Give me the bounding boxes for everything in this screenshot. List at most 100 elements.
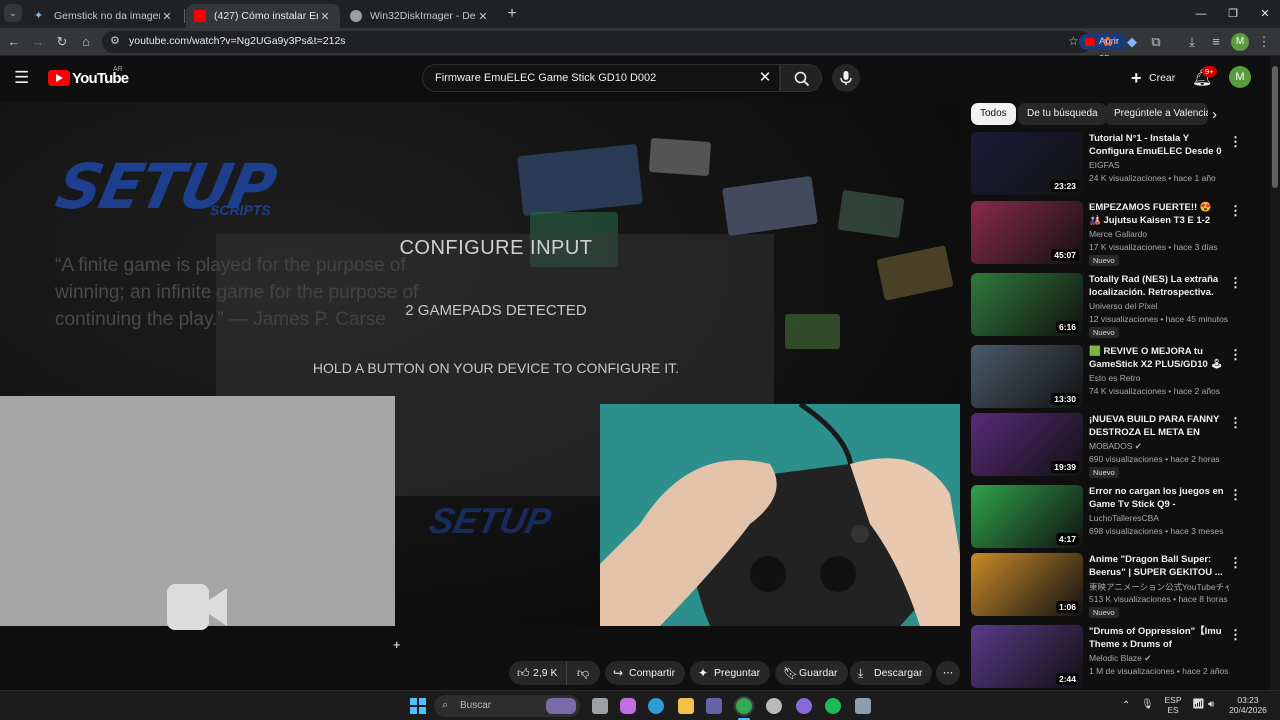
- reading-list-icon[interactable]: ≡: [1206, 32, 1226, 52]
- taskbar-search-box[interactable]: ⌕ Buscar: [434, 695, 580, 717]
- spotify-icon[interactable]: [825, 698, 841, 714]
- volume-icon[interactable]: 🔊︎: [1208, 699, 1214, 710]
- like-button[interactable]: 👍︎ 2,9 K: [509, 661, 566, 685]
- close-window-button[interactable]: ✕: [1250, 4, 1280, 24]
- browser-tab-1[interactable]: ✦ Gemstick no da imagen: archi ✕: [26, 4, 182, 28]
- home-icon[interactable]: ⌂: [76, 32, 96, 52]
- channel-name[interactable]: LuchoTalleresCBA: [1089, 513, 1229, 523]
- save-button[interactable]: 🔖︎ Guardar: [775, 661, 848, 685]
- dislike-button[interactable]: 👎︎: [566, 661, 600, 685]
- channel-name[interactable]: EIGFAS: [1089, 160, 1229, 170]
- browser-tab-2[interactable]: (427) Cómo instalar EmuELEC 4 ✕: [186, 4, 340, 28]
- browser-tab-3[interactable]: Win32DiskImager - Descargar ✕: [342, 4, 498, 28]
- clear-search-icon[interactable]: ✕: [755, 68, 775, 88]
- video-title[interactable]: Tutorial N°1 - Instala Y Configura EmuEL…: [1089, 132, 1225, 158]
- channel-name[interactable]: MOBADOS ✔: [1089, 441, 1229, 452]
- search-input[interactable]: Firmware EmuELEC Game Stick GD10 D002 ✕: [422, 64, 780, 92]
- chips-next-chevron-icon[interactable]: ›: [1212, 106, 1217, 123]
- channel-name[interactable]: Universo del Píxel: [1089, 301, 1229, 311]
- share-button[interactable]: ↪ Compartir: [605, 661, 686, 685]
- menu-kebab-icon[interactable]: ⋮: [1254, 32, 1274, 52]
- more-options-icon[interactable]: ⋮: [1229, 415, 1242, 431]
- channel-name[interactable]: Merce Gallardo: [1089, 229, 1229, 239]
- extension-icon[interactable]: ✿: [1098, 32, 1118, 52]
- video-title[interactable]: EMPEZAMOS FUERTE!! 😍 🎎 Jujutsu Kaisen T3…: [1089, 201, 1225, 227]
- forward-arrow-icon[interactable]: →: [28, 32, 48, 52]
- close-tab-icon[interactable]: ✕: [160, 10, 174, 23]
- chip-all[interactable]: Todos: [971, 103, 1016, 125]
- site-info-icon[interactable]: ⚙: [110, 34, 120, 47]
- video-thumbnail[interactable]: 6:16: [971, 273, 1083, 336]
- channel-name[interactable]: Melodic Blaze ✔: [1089, 653, 1229, 664]
- video-title[interactable]: 🟩 REVIVE O MEJORA tu GameStick X2 PLUS/G…: [1089, 345, 1225, 371]
- page-scrollbar[interactable]: [1270, 56, 1280, 690]
- close-tab-icon[interactable]: ✕: [318, 10, 332, 23]
- video-thumbnail[interactable]: 4:17: [971, 485, 1083, 548]
- close-tab-icon[interactable]: ✕: [476, 10, 490, 23]
- more-options-icon[interactable]: ⋮: [1229, 203, 1242, 219]
- related-video-item[interactable]: 45:07 EMPEZAMOS FUERTE!! 😍 🎎 Jujutsu Kais…: [971, 201, 1261, 266]
- video-title[interactable]: "Drums of Oppression"【Imu Theme x Drums …: [1089, 625, 1225, 651]
- maximize-button[interactable]: ❐: [1218, 4, 1248, 24]
- microphone-tray-icon[interactable]: 🎙︎: [1141, 699, 1154, 710]
- edge-browser-icon[interactable]: [648, 698, 664, 714]
- minimize-button[interactable]: —: [1186, 4, 1216, 24]
- extension-icon[interactable]: ◆: [1122, 32, 1142, 52]
- taskbar-app-icon[interactable]: [766, 698, 782, 714]
- video-title[interactable]: Error no cargan los juegos en Game Tv St…: [1089, 485, 1225, 511]
- reload-icon[interactable]: ↻: [52, 32, 72, 52]
- bookmark-star-icon[interactable]: ☆: [1068, 34, 1079, 48]
- task-view-icon[interactable]: [592, 698, 608, 714]
- more-options-icon[interactable]: ⋮: [1229, 627, 1242, 643]
- video-title[interactable]: Anime "Dragon Ball Super: Beerus" | SUPE…: [1089, 553, 1225, 579]
- create-button[interactable]: + Crear: [1123, 65, 1185, 91]
- voice-search-button[interactable]: [832, 64, 860, 92]
- more-options-icon[interactable]: ⋮: [1229, 487, 1242, 503]
- more-options-icon[interactable]: ⋮: [1229, 134, 1242, 150]
- related-video-item[interactable]: 6:16 Totally Rad (NES) La extraña localiz…: [971, 273, 1261, 338]
- wifi-icon[interactable]: 📶︎: [1192, 699, 1205, 710]
- video-thumbnail[interactable]: 1:06: [971, 553, 1083, 616]
- more-options-icon[interactable]: ⋮: [1229, 275, 1242, 291]
- video-thumbnail[interactable]: 19:39: [971, 413, 1083, 476]
- hamburger-menu-icon[interactable]: ☰: [14, 68, 34, 88]
- taskbar-app-icon[interactable]: [796, 698, 812, 714]
- tray-overflow-chevron-icon[interactable]: ⌃: [1122, 700, 1130, 711]
- disk-imager-icon[interactable]: [855, 698, 871, 714]
- video-title[interactable]: Totally Rad (NES) La extraña localizació…: [1089, 273, 1225, 299]
- download-button[interactable]: ⤓ Descargar: [850, 661, 933, 685]
- more-options-icon[interactable]: ⋮: [1229, 555, 1242, 571]
- new-tab-button[interactable]: +: [502, 4, 522, 24]
- video-thumbnail[interactable]: 13:30: [971, 345, 1083, 408]
- tab-search-icon[interactable]: ⌄: [4, 4, 22, 22]
- video-thumbnail[interactable]: 2:44: [971, 625, 1083, 688]
- related-video-item[interactable]: 4:17 Error no cargan los juegos en Game T…: [971, 485, 1261, 549]
- windows-start-icon[interactable]: [410, 698, 426, 714]
- extensions-puzzle-icon[interactable]: ⧉: [1146, 32, 1166, 52]
- profile-avatar[interactable]: M: [1231, 33, 1249, 51]
- scrollbar-thumb[interactable]: [1272, 66, 1278, 188]
- related-video-item[interactable]: 2:44 "Drums of Oppression"【Imu Theme x Dr…: [971, 625, 1261, 689]
- video-thumbnail[interactable]: 23:23: [971, 132, 1083, 195]
- file-explorer-icon[interactable]: [678, 698, 694, 714]
- chip-ask-valencia[interactable]: Pregúntele a Valencia: [1105, 103, 1208, 125]
- more-options-icon[interactable]: ⋮: [1229, 347, 1242, 363]
- search-query-text[interactable]: Firmware EmuELEC Game Stick GD10 D002: [435, 72, 656, 84]
- clock[interactable]: 03:23 20/4/2026: [1226, 695, 1270, 715]
- related-video-item[interactable]: 23:23 Tutorial N°1 - Instala Y Configura …: [971, 132, 1261, 196]
- language-indicator[interactable]: ESP ES: [1163, 695, 1183, 715]
- copilot-icon[interactable]: [620, 698, 636, 714]
- video-title[interactable]: ¡NUEVA BUILD PARA FANNY DESTROZA EL META…: [1089, 413, 1225, 439]
- chrome-icon[interactable]: [736, 698, 752, 714]
- search-button[interactable]: [780, 64, 822, 92]
- channel-name[interactable]: 東映アニメーション公式YouTubeチャンネル: [1089, 581, 1229, 593]
- url-text[interactable]: youtube.com/watch?v=Ng2UGa9y3Ps&t=212s: [129, 35, 346, 47]
- related-video-item[interactable]: 19:39 ¡NUEVA BUILD PARA FANNY DESTROZA EL…: [971, 413, 1261, 478]
- related-video-item[interactable]: 13:30 🟩 REVIVE O MEJORA tu GameStick X2 P…: [971, 345, 1261, 409]
- ask-button[interactable]: ✦ Preguntar: [690, 661, 771, 685]
- address-bar[interactable]: ⚙ youtube.com/watch?v=Ng2UGa9y3Ps&t=212s…: [102, 31, 1128, 95]
- mini-player-placeholder[interactable]: [0, 396, 395, 630]
- more-actions-button[interactable]: ⋯: [936, 661, 960, 685]
- back-arrow-icon[interactable]: ←: [4, 32, 24, 52]
- related-video-item[interactable]: 1:06 Anime "Dragon Ball Super: Beerus" | …: [971, 553, 1261, 618]
